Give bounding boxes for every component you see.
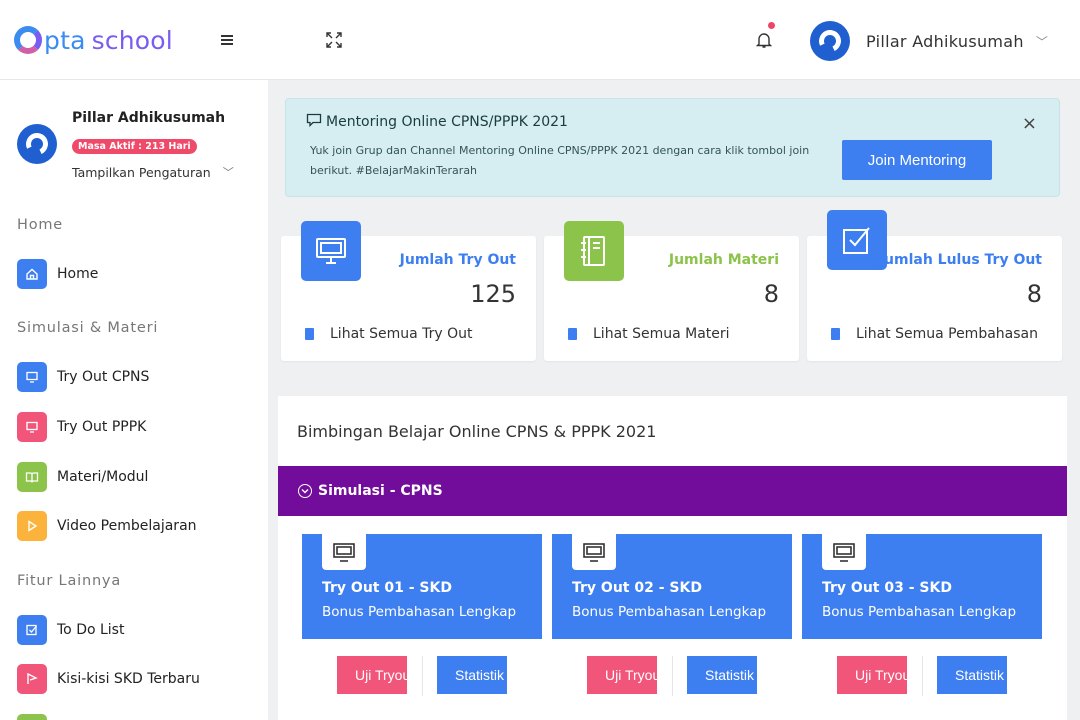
notification-dot [768, 22, 775, 29]
logo-text-part2: school [91, 25, 173, 55]
start-tryout-button[interactable]: Uji Tryout [337, 656, 407, 694]
panel-title: Bimbingan Belajar Online CPNS & PPPK 202… [297, 422, 657, 441]
section-title-home: Home [17, 217, 64, 233]
settings-label: Tampilkan Pengaturan [72, 164, 211, 180]
chat-icon [306, 113, 322, 131]
divider [422, 656, 423, 696]
sidebar-item-materi[interactable]: Materi/Modul [17, 461, 257, 493]
stat-card-lulus: Jumlah Lulus Try Out 8 Lihat Semua Pemba… [807, 210, 1062, 361]
play-icon [17, 511, 47, 541]
stat-link-label: Lihat Semua Pembahasan [856, 326, 1038, 342]
file-icon [831, 328, 840, 340]
stat-value: 125 [470, 280, 516, 308]
menu-item-icon [17, 714, 47, 720]
settings-toggle[interactable]: Tampilkan Pengaturan ﹀ [72, 164, 234, 180]
stat-card-tryout: Jumlah Try Out 125 Lihat Semua Try Out [281, 221, 536, 361]
tryout-title: Try Out 03 - SKD [822, 580, 952, 596]
mentoring-alert: Mentoring Online CPNS/PPPK 2021 Yuk join… [285, 98, 1060, 197]
sidebar-item-label: Try Out PPPK [57, 419, 147, 435]
profile-card: Pillar Adhikusumah Masa Aktif : 213 Hari… [17, 110, 257, 190]
join-mentoring-button[interactable]: Join Mentoring [842, 140, 992, 180]
sidebar-item-home[interactable]: Home [17, 258, 257, 290]
sidebar-item-kisi[interactable]: Kisi-kisi SKD Terbaru [17, 663, 257, 695]
divider [922, 656, 923, 696]
flag-icon [17, 664, 47, 694]
hamburger-icon[interactable] [214, 26, 242, 54]
top-bar: pta school Pillar Adhikusumah ﹀ [0, 0, 1080, 80]
section-title-simulasi: Simulasi & Materi [17, 320, 159, 336]
alert-text: Yuk join Grup dan Channel Mentoring Onli… [310, 144, 810, 177]
stat-value: 8 [763, 280, 779, 308]
expand-icon[interactable] [320, 26, 348, 54]
start-tryout-button[interactable]: Uji Tryout [587, 656, 657, 694]
sidebar-item-label: Try Out CPNS [57, 369, 150, 385]
section-label: Simulasi - CPNS [318, 483, 443, 499]
monitor-icon [17, 362, 47, 392]
start-tryout-button[interactable]: Uji Tryout [837, 656, 907, 694]
tryout-card: Try Out 02 - SKD Bonus Pembahasan Lengka… [552, 534, 792, 720]
stat-card-materi: Jumlah Materi 8 Lihat Semua Materi [544, 221, 799, 361]
sidebar-item-label: Materi/Modul [57, 469, 149, 485]
tryout-subtitle: Bonus Pembahasan Lengkap [322, 604, 517, 620]
section-toggle-simulasi-cpns[interactable]: Simulasi - CPNS [278, 466, 1067, 516]
view-all-tryout-link[interactable]: Lihat Semua Try Out [305, 326, 473, 342]
monitor-icon [822, 534, 866, 570]
avatar [17, 124, 57, 164]
avatar [810, 21, 850, 61]
statistics-button[interactable]: Statistik [687, 656, 757, 694]
stat-link-label: Lihat Semua Try Out [330, 326, 473, 342]
view-all-materi-link[interactable]: Lihat Semua Materi [568, 326, 730, 342]
sidebar-item-label: To Do List [57, 622, 125, 638]
book-icon [17, 462, 47, 492]
file-icon [305, 328, 314, 340]
stat-label: Jumlah Materi [668, 252, 779, 268]
user-menu[interactable]: Pillar Adhikusumah ﹀ [810, 20, 1048, 62]
divider [672, 656, 673, 696]
file-icon [568, 328, 577, 340]
sidebar-item-video[interactable]: Video Pembelajaran [17, 510, 257, 542]
stat-label: Jumlah Lulus Try Out [878, 252, 1042, 268]
checkbox-icon [17, 615, 47, 645]
statistics-button[interactable]: Statistik [937, 656, 1007, 694]
app-logo[interactable]: pta school [14, 22, 173, 58]
monitor-icon [17, 412, 47, 442]
stat-value: 8 [1026, 280, 1042, 308]
home-icon [17, 259, 47, 289]
section-title-fitur: Fitur Lainnya [17, 573, 121, 589]
sidebar-item-todo[interactable]: To Do List [17, 614, 257, 646]
tryout-card: Try Out 03 - SKD Bonus Pembahasan Lengka… [802, 534, 1042, 720]
chevron-circle-icon [298, 484, 312, 498]
profile-name: Pillar Adhikusumah [72, 110, 226, 126]
tryout-title: Try Out 02 - SKD [572, 580, 702, 596]
monitor-icon [301, 221, 361, 281]
view-all-pembahasan-link[interactable]: Lihat Semua Pembahasan [831, 326, 1038, 342]
tryout-card: Try Out 01 - SKD Bonus Pembahasan Lengka… [302, 534, 542, 720]
monitor-icon [322, 534, 366, 570]
statistics-button[interactable]: Statistik [437, 656, 507, 694]
chevron-down-icon: ﹀ [222, 166, 234, 179]
user-name: Pillar Adhikusumah [866, 31, 1024, 51]
sidebar-item-label: Kisi-kisi SKD Terbaru [57, 671, 200, 687]
tryout-title: Try Out 01 - SKD [322, 580, 452, 596]
course-panel: Bimbingan Belajar Online CPNS & PPPK 202… [278, 396, 1067, 720]
sidebar: Pillar Adhikusumah Masa Aktif : 213 Hari… [0, 80, 268, 720]
sidebar-item-tryout-pppk[interactable]: Try Out PPPK [17, 411, 257, 443]
logo-text-part1: pta [44, 25, 86, 55]
logo-mark-icon [14, 26, 42, 54]
bell-icon[interactable] [750, 22, 778, 54]
close-icon[interactable]: × [1022, 113, 1037, 134]
sidebar-item-tryout-cpns[interactable]: Try Out CPNS [17, 361, 257, 393]
tryout-subtitle: Bonus Pembahasan Lengkap [572, 604, 767, 620]
tryout-subtitle: Bonus Pembahasan Lengkap [822, 604, 1017, 620]
stat-link-label: Lihat Semua Materi [593, 326, 730, 342]
alert-title: Mentoring Online CPNS/PPPK 2021 [326, 114, 568, 130]
sidebar-item-label: Home [57, 266, 99, 282]
sidebar-item-partial[interactable] [17, 713, 257, 720]
stat-label: Jumlah Try Out [399, 252, 516, 268]
status-badge: Masa Aktif : 213 Hari [72, 139, 197, 154]
chevron-down-icon: ﹀ [1035, 34, 1048, 49]
sidebar-item-label: Video Pembelajaran [57, 518, 197, 534]
monitor-icon [572, 534, 616, 570]
notebook-icon [564, 221, 624, 281]
